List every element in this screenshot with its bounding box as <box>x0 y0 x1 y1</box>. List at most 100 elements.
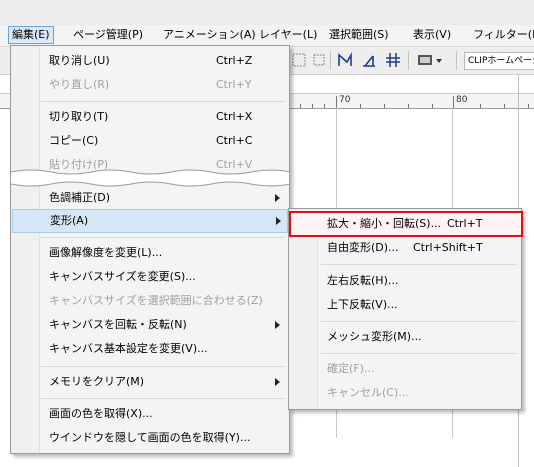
transform-submenu: 拡大・縮小・回転(S)... Ctrl+T 自由変形(D)... Ctrl+Sh… <box>288 208 523 410</box>
ruler-button[interactable] <box>360 51 378 69</box>
menu-layer[interactable]: レイヤー(L) <box>256 27 320 43</box>
menu-item-get-screen-color[interactable]: 画面の色を取得(X)... <box>13 403 287 425</box>
menu-item-label: 変形(A) <box>50 214 89 227</box>
menu-item-mesh-transform[interactable]: メッシュ変形(M)... <box>291 326 519 348</box>
menu-item-rotate-flip-canvas[interactable]: キャンバスを回転・反転(N) <box>13 314 287 336</box>
toolbar-separator <box>330 51 331 70</box>
menu-item-image-resolution[interactable]: 画像解像度を変更(L)... <box>13 242 287 264</box>
menu-item-redo[interactable]: やり直し(R) Ctrl+Y <box>13 74 287 96</box>
submenu-arrow-icon <box>275 321 280 329</box>
menu-item-label: 左右反転(H)... <box>327 274 399 287</box>
toolbar-button-1[interactable] <box>290 51 308 69</box>
grid-icon <box>386 53 400 67</box>
menu-separator <box>321 321 517 322</box>
menu-item-hide-window-get-color[interactable]: ウインドウを隠して画面の色を取得(Y)... <box>13 427 287 449</box>
menu-animation[interactable]: アニメーション(A) <box>160 27 259 43</box>
menu-item-label: 切り取り(T) <box>49 110 109 123</box>
menu-item-clear-memory[interactable]: メモリをクリア(M) <box>13 371 287 393</box>
ruler-tick <box>408 104 409 108</box>
display-settings-dropdown[interactable] <box>416 51 444 69</box>
menu-item-label: キャンセル(C)... <box>327 386 409 399</box>
menu-item-cut[interactable]: 切り取り(T) Ctrl+X <box>13 106 287 128</box>
ruler-tick <box>300 104 301 108</box>
menu-separator <box>321 264 517 265</box>
grid-button[interactable] <box>384 51 402 69</box>
menu-item-color-correction[interactable]: 色調補正(D) <box>13 187 287 209</box>
menu-item-copy[interactable]: コピー(C) Ctrl+C <box>13 130 287 152</box>
menu-view[interactable]: 表示(V) <box>410 27 454 43</box>
ruler-tick <box>480 104 481 108</box>
menu-item-label: キャンバス基本設定を変更(V)... <box>49 342 208 355</box>
menu-item-label: キャンバスサイズを選択範囲に合わせる(Z) <box>49 294 263 307</box>
menu-separator <box>41 398 285 399</box>
ruler-icon <box>363 55 375 67</box>
toolbar-separator <box>456 51 457 70</box>
menu-item-label: 確定(F)... <box>327 362 375 375</box>
menu-item-flip-vertical[interactable]: 上下反転(V)... <box>291 294 519 316</box>
menu-item-label: 取り消し(U) <box>49 54 110 67</box>
edit-menu: 取り消し(U) Ctrl+Z やり直し(R) Ctrl+Y 切り取り(T) Ct… <box>10 45 290 454</box>
menu-item-confirm[interactable]: 確定(F)... <box>291 358 519 380</box>
menu-item-label: キャンバスサイズを変更(S)... <box>49 270 196 283</box>
clip-homepage-link[interactable]: CLIPホームページ <box>464 52 534 70</box>
ruler-tick <box>504 104 505 108</box>
menu-item-shortcut: Ctrl+X <box>216 110 253 123</box>
menu-item-undo[interactable]: 取り消し(U) Ctrl+Z <box>13 50 287 72</box>
menu-separator <box>321 353 517 354</box>
ruler-tick <box>336 96 337 108</box>
menu-item-label: 上下反転(V)... <box>327 298 398 311</box>
menu-item-shortcut: Ctrl+Shift+T <box>413 241 483 254</box>
menu-item-label: 色調補正(D) <box>49 191 111 204</box>
ruler-tick <box>528 104 529 108</box>
menu-item-label: コピー(C) <box>49 134 99 147</box>
menu-item-shortcut: Ctrl+C <box>216 134 253 147</box>
menu-item-canvas-size[interactable]: キャンバスサイズを変更(S)... <box>13 266 287 288</box>
selection-icon <box>313 54 325 66</box>
menu-edit[interactable]: 編集(E) <box>8 26 54 44</box>
menu-item-free-transform[interactable]: 自由変形(D)... Ctrl+Shift+T <box>291 237 519 259</box>
ruler-tick <box>312 104 313 108</box>
menu-item-scale-rotate[interactable]: 拡大・縮小・回転(S)... Ctrl+T <box>289 211 523 237</box>
perspective-ruler-button[interactable] <box>336 51 354 69</box>
menu-item-label: 画像解像度を変更(L)... <box>49 246 163 259</box>
ruler-label: 70 <box>339 95 351 105</box>
submenu-arrow-icon <box>275 194 280 202</box>
ruler-label: 80 <box>456 95 468 105</box>
menu-page-management[interactable]: ページ管理(P) <box>70 27 146 43</box>
perspective-ruler-icon <box>338 52 352 66</box>
menu-item-label: 画面の色を取得(X)... <box>49 407 153 420</box>
menu-item-flip-horizontal[interactable]: 左右反転(H)... <box>291 270 519 292</box>
toolbar-separator <box>408 51 409 70</box>
menu-item-label: 拡大・縮小・回転(S)... <box>327 217 442 230</box>
ruler-tick <box>432 104 433 108</box>
menu-item-shortcut: Ctrl+T <box>447 217 483 230</box>
menu-item-label: メッシュ変形(M)... <box>327 330 422 343</box>
ruler-tick <box>324 104 325 108</box>
menu-item-label: キャンバスを回転・反転(N) <box>49 318 187 331</box>
menu-separator <box>41 237 285 238</box>
frame-icon <box>292 53 306 67</box>
menu-item-label: ウインドウを隠して画面の色を取得(Y)... <box>49 431 251 444</box>
menu-item-label: メモリをクリア(M) <box>49 375 145 388</box>
menu-item-shortcut: Ctrl+Y <box>216 78 252 91</box>
menu-bar: 編集(E) ページ管理(P) アニメーション(A) レイヤー(L) 選択範囲(S… <box>0 25 534 47</box>
menu-item-cancel[interactable]: キャンセル(C)... <box>291 382 519 404</box>
monitor-icon <box>418 55 442 65</box>
submenu-arrow-icon <box>276 217 281 225</box>
ruler-tick <box>360 104 361 108</box>
ruler-tick <box>453 96 454 108</box>
menu-item-canvas-fit-selection[interactable]: キャンバスサイズを選択範囲に合わせる(Z) <box>13 290 287 312</box>
menu-filter[interactable]: フィルター(I) <box>470 27 534 43</box>
menu-item-label: やり直し(R) <box>49 78 110 91</box>
menu-separator <box>41 366 285 367</box>
menu-separator <box>41 101 285 102</box>
window-top-strip <box>0 0 534 26</box>
toolbar-button-2[interactable] <box>310 51 328 69</box>
menu-item-canvas-settings[interactable]: キャンバス基本設定を変更(V)... <box>13 338 287 360</box>
submenu-arrow-icon <box>275 378 280 386</box>
menu-selection[interactable]: 選択範囲(S) <box>326 27 392 43</box>
ruler-tick <box>384 104 385 108</box>
menu-item-transform[interactable]: 変形(A) <box>12 209 288 233</box>
menu-item-label: 自由変形(D)... <box>327 241 399 254</box>
menu-item-shortcut: Ctrl+Z <box>216 54 253 67</box>
